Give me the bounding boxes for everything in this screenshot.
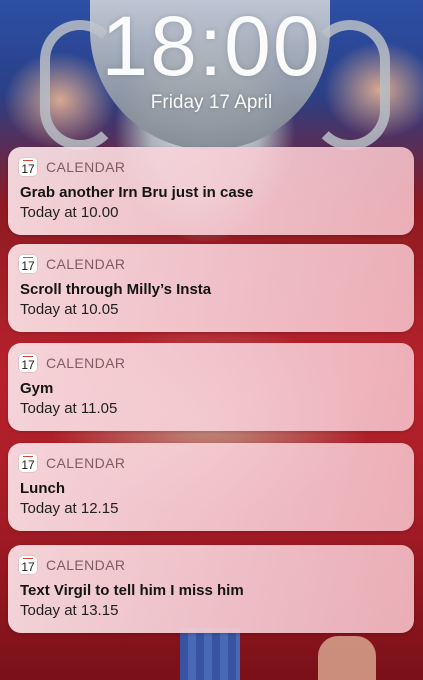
notification-header: 17 CALENDAR — [19, 255, 125, 273]
notification-title: Gym — [20, 380, 54, 397]
notification-card[interactable]: 17 CALENDAR Grab another Irn Bru just in… — [8, 147, 414, 235]
notification-card[interactable]: 17 CALENDAR Scroll through Milly’s Insta… — [8, 244, 414, 332]
notification-title: Text Virgil to tell him I miss him — [20, 582, 244, 599]
notification-app-name: CALENDAR — [46, 159, 126, 175]
wallpaper-hand — [318, 636, 376, 680]
notification-header: 17 CALENDAR — [19, 556, 125, 574]
calendar-icon-day: 17 — [21, 458, 35, 472]
notification-card[interactable]: 17 CALENDAR Lunch Today at 12.15 — [8, 443, 414, 531]
lockscreen-date: Friday 17 April — [150, 92, 273, 113]
calendar-icon: 17 — [19, 454, 37, 472]
notification-title: Scroll through Milly’s Insta — [20, 281, 212, 298]
calendar-icon-day: 17 — [21, 259, 35, 273]
calendar-icon-day: 17 — [21, 358, 35, 372]
notification-app-name: CALENDAR — [46, 256, 126, 272]
notification-time: Today at 12.15 — [20, 500, 119, 517]
notification-title: Grab another Irn Bru just in case — [20, 184, 254, 201]
notification-time: Today at 10.05 — [20, 301, 119, 318]
notification-time: Today at 13.15 — [20, 602, 119, 619]
notification-card[interactable]: 17 CALENDAR Text Virgil to tell him I mi… — [8, 545, 414, 633]
calendar-icon: 17 — [19, 255, 37, 273]
notification-time: Today at 10.00 — [20, 204, 119, 221]
notification-title: Lunch — [20, 480, 65, 497]
calendar-icon: 17 — [19, 158, 37, 176]
calendar-icon-day: 17 — [21, 162, 35, 176]
notification-card[interactable]: 17 CALENDAR Gym Today at 11.05 — [8, 343, 414, 431]
notification-app-name: CALENDAR — [46, 455, 126, 471]
notification-app-name: CALENDAR — [46, 557, 126, 573]
notification-header: 17 CALENDAR — [19, 454, 125, 472]
notification-header: 17 CALENDAR — [19, 158, 125, 176]
wallpaper-medal-ribbon — [180, 628, 240, 680]
calendar-icon-day: 17 — [21, 560, 35, 574]
calendar-icon: 17 — [19, 556, 37, 574]
notification-header: 17 CALENDAR — [19, 354, 125, 372]
notification-time: Today at 11.05 — [20, 400, 118, 417]
calendar-icon: 17 — [19, 354, 37, 372]
lockscreen-clock: 18:00 — [101, 0, 322, 93]
notification-app-name: CALENDAR — [46, 355, 126, 371]
